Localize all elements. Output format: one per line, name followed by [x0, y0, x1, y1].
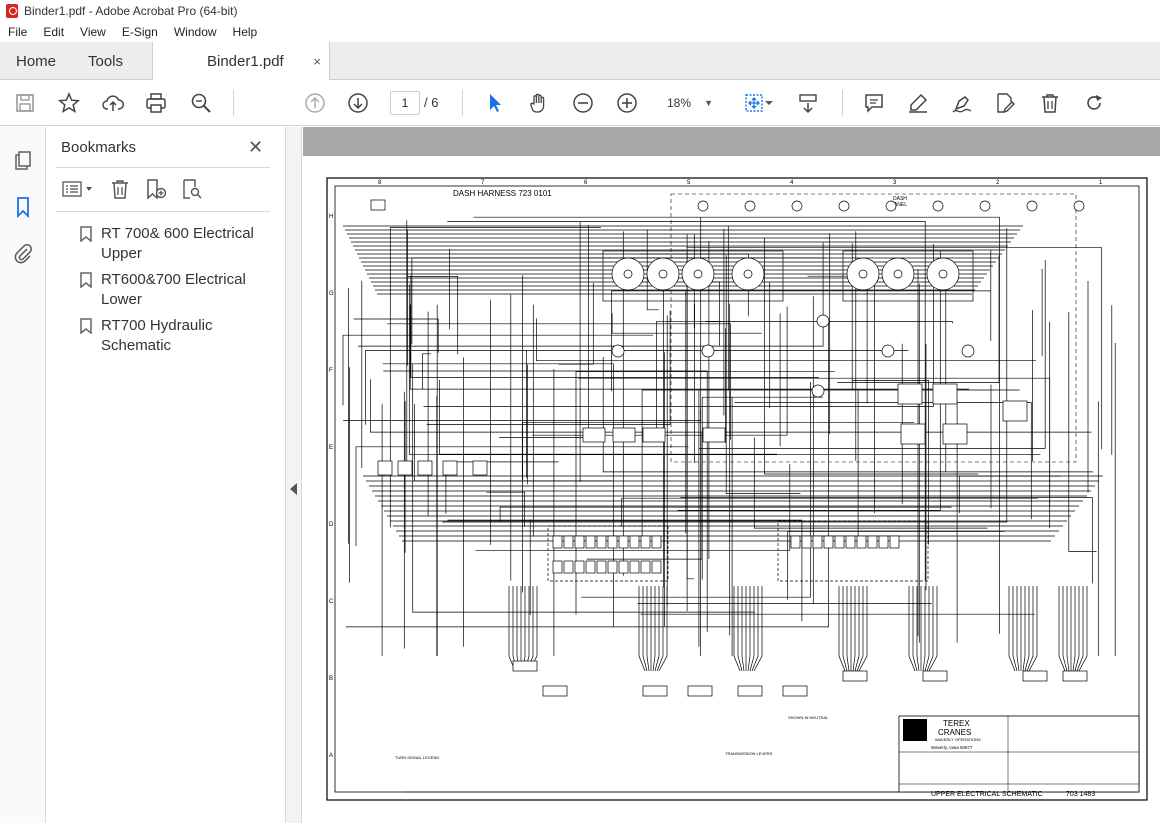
menu-edit[interactable]: Edit — [35, 25, 72, 39]
row-marker: F — [329, 368, 333, 374]
window-title: Binder1.pdf - Adobe Acrobat Pro (64-bit) — [24, 4, 238, 18]
page-number-input[interactable]: 1 — [390, 91, 420, 115]
highlight-pen-icon[interactable] — [906, 91, 930, 115]
page-top-gap — [303, 127, 1160, 156]
turn-signal-legend-title: TURN SIGNAL LEGEND — [395, 755, 439, 760]
menu-window[interactable]: Window — [166, 25, 225, 39]
comment-icon[interactable] — [862, 91, 886, 115]
select-cursor-icon[interactable] — [483, 91, 507, 115]
document-view[interactable]: 87654321 HGFEDCBA DASH HARNESS 723 0101 … — [303, 127, 1160, 823]
page-total-label: / 6 — [424, 95, 439, 110]
menu-bar: File Edit View E-Sign Window Help — [0, 22, 1160, 42]
transmission-legend-title: TRANSMISSION LEVERS — [725, 751, 773, 756]
row-marker: B — [329, 676, 333, 682]
tab-tools[interactable]: Tools — [88, 42, 123, 80]
zoom-out-icon[interactable] — [571, 91, 595, 115]
zoom-in-icon[interactable] — [615, 91, 639, 115]
menu-esign[interactable]: E-Sign — [114, 25, 166, 39]
drawing-number: 703 1483 — [1066, 791, 1095, 798]
bookmark-label-line1: RT 700& 600 Electrical — [101, 225, 254, 242]
bookmarks-panel-icon[interactable] — [9, 193, 37, 221]
schematic-heading: DASH HARNESS 723 0101 — [453, 189, 552, 198]
previous-page-icon[interactable] — [303, 91, 327, 115]
column-marker: 2 — [996, 180, 1000, 186]
company-name-line3: WAVERLY OPERATIONS — [935, 737, 981, 742]
save-icon[interactable] — [13, 91, 37, 115]
company-name-line1: TEREX — [943, 719, 970, 728]
bookmark-item[interactable]: RT600&700 Electrical Lower — [80, 270, 280, 310]
bookmark-delete-icon[interactable] — [108, 177, 132, 201]
rotate-redo-icon[interactable] — [1082, 91, 1106, 115]
scroll-mode-icon[interactable] — [796, 91, 820, 115]
row-marker: G — [329, 291, 334, 297]
panel-collapse-handle[interactable] — [286, 127, 302, 823]
title-block: TEREX CRANES WAVERLY OPERATIONS Waverly,… — [898, 715, 1140, 798]
row-marker: D — [329, 522, 334, 528]
tab-document-label: Binder1.pdf — [207, 53, 284, 70]
column-marker: 1 — [1099, 180, 1103, 186]
fit-dropdown-chevron-icon[interactable] — [764, 91, 774, 115]
menu-file[interactable]: File — [0, 25, 35, 39]
sign-pen-icon[interactable] — [950, 91, 974, 115]
star-icon[interactable] — [57, 91, 81, 115]
row-marker: H — [329, 214, 333, 220]
bookmark-item[interactable]: RT700 Hydraulic Schematic — [80, 316, 280, 356]
bookmark-label-line2: Schematic — [101, 337, 172, 354]
column-marker: 6 — [584, 180, 588, 186]
column-marker: 7 — [481, 180, 485, 186]
edit-document-icon[interactable] — [993, 91, 1017, 115]
zoom-level-select[interactable]: 18% ▼ — [657, 91, 719, 115]
cloud-upload-icon[interactable] — [101, 91, 125, 115]
hand-tool-icon[interactable] — [527, 91, 551, 115]
print-icon[interactable] — [144, 91, 168, 115]
main-toolbar — [0, 80, 1160, 126]
column-marker: 3 — [893, 180, 897, 186]
delete-trash-icon[interactable] — [1038, 91, 1062, 115]
bookmark-label-line1: RT600&700 Electrical — [101, 271, 246, 288]
bookmark-add-icon[interactable] — [144, 177, 168, 201]
tab-document[interactable]: Binder1.pdf × — [152, 42, 330, 81]
pdf-page[interactable]: 87654321 HGFEDCBA DASH HARNESS 723 0101 … — [303, 156, 1160, 823]
bookmark-icon — [80, 226, 92, 242]
tab-home[interactable]: Home — [16, 42, 56, 80]
bookmark-label-line2: Lower — [101, 291, 142, 308]
bookmarks-panel: Bookmarks ✕ RT 700& 600 Electrical Upper… — [46, 127, 286, 823]
collapse-left-arrow-icon — [290, 483, 297, 495]
menu-help[interactable]: Help — [225, 25, 266, 39]
zoom-dropdown-chevron-icon: ▼ — [704, 98, 713, 108]
bookmark-label-line2: Upper — [101, 245, 142, 262]
attachments-paperclip-icon[interactable] — [9, 239, 37, 267]
sheet-title: UPPER ELECTRICAL SCHEMATIC — [931, 791, 1043, 798]
acrobat-app-icon — [6, 4, 18, 18]
column-marker: 4 — [790, 180, 794, 186]
column-marker: 8 — [378, 180, 382, 186]
bookmark-find-icon[interactable] — [180, 177, 204, 201]
company-location: Waverly, Iowa 50677 — [931, 745, 973, 750]
bookmark-icon — [80, 318, 92, 334]
shown-in-neutral-label: SHOWN IN NEUTRAL — [788, 715, 829, 720]
electrical-schematic-drawing: 87654321 HGFEDCBA DASH HARNESS 723 0101 … — [326, 177, 1148, 801]
row-marker: C — [329, 599, 334, 605]
bookmark-label-line1: RT700 Hydraulic — [101, 317, 213, 334]
zoom-search-icon[interactable] — [189, 91, 213, 115]
column-marker: 5 — [687, 180, 691, 186]
tab-close-icon[interactable]: × — [313, 54, 321, 69]
next-page-icon[interactable] — [346, 91, 370, 115]
bookmarks-title: Bookmarks — [61, 139, 137, 156]
company-name-line2: CRANES — [938, 728, 971, 737]
bookmark-options-icon[interactable] — [60, 177, 96, 201]
zoom-level-value: 18% — [667, 96, 692, 110]
menu-view[interactable]: View — [72, 25, 114, 39]
fit-page-icon[interactable] — [742, 91, 766, 115]
bookmark-icon — [80, 272, 92, 288]
bookmarks-toolbar — [60, 177, 204, 201]
bookmark-item[interactable]: RT 700& 600 Electrical Upper — [80, 224, 280, 264]
tab-strip: Home Tools Binder1.pdf × — [0, 42, 1160, 81]
bookmarks-close-icon[interactable]: ✕ — [248, 137, 263, 158]
page-thumbnails-icon[interactable] — [9, 147, 37, 175]
row-marker: E — [329, 445, 333, 451]
row-marker: A — [329, 753, 333, 759]
title-bar: Binder1.pdf - Adobe Acrobat Pro (64-bit) — [0, 0, 1160, 22]
left-navigation-rail — [0, 127, 46, 823]
